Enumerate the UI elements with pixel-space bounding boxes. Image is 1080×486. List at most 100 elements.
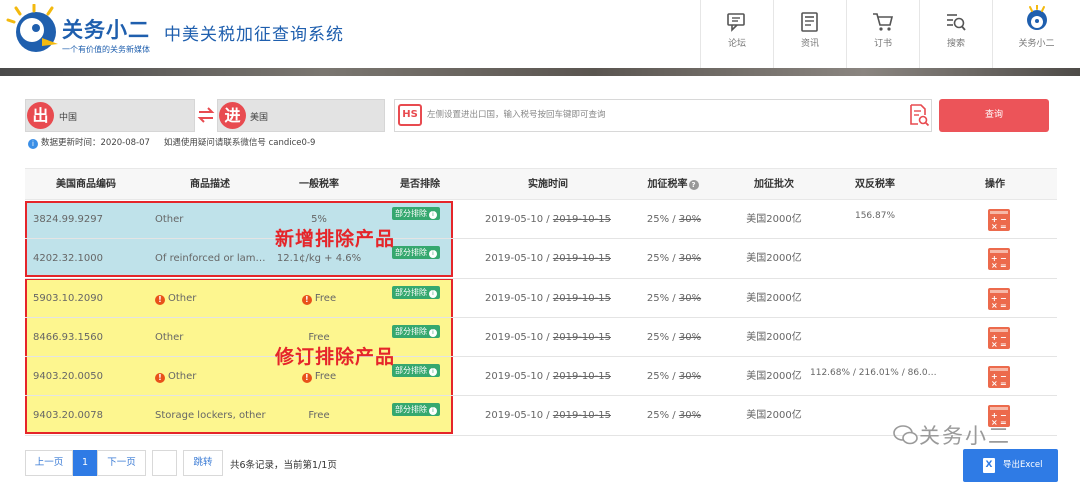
brand-logo-icon: [6, 4, 58, 52]
calculator-icon: + − × =: [988, 326, 1010, 349]
effective-date-start: 2019-05-10 /: [485, 331, 553, 343]
partial-exclusion-label: 部分排除: [395, 209, 427, 218]
calculator-button[interactable]: + − × =: [988, 209, 1010, 231]
info-icon: i: [28, 139, 38, 149]
wechat-watermark: 关务小二: [893, 420, 1011, 450]
table-row: 8466.93.1560 Other Free 部分排除 i 2019-05-10 / 2…: [25, 318, 1057, 358]
tariff-batch: 美国2000亿: [746, 371, 802, 383]
effective-date: 2019-05-10 / 2019-10-15: [471, 279, 625, 318]
nav-news[interactable]: 资讯: [773, 0, 846, 68]
excel-icon: X: [983, 458, 995, 473]
additional-rate-old: 30%: [678, 214, 702, 225]
next-page-button[interactable]: 下一页: [97, 450, 146, 476]
warning-icon[interactable]: !: [155, 373, 165, 384]
nav-forum[interactable]: 论坛: [700, 0, 773, 68]
effective-date: 2019-05-10 / 2019-10-15: [471, 318, 625, 357]
help-icon[interactable]: ?: [688, 180, 699, 190]
partial-exclusion-tag[interactable]: 部分排除 i: [392, 246, 440, 260]
calculator-icon: + − × =: [988, 366, 1010, 389]
effective-date: 2019-05-10 / 2019-10-15: [471, 396, 625, 435]
page-number-input[interactable]: [152, 450, 177, 476]
col-header-additional: 加征税率?: [643, 169, 703, 201]
anti-dumping-rate: [810, 318, 940, 357]
additional-rate-old: 30%: [678, 371, 702, 383]
partial-exclusion-label: 部分排除: [395, 287, 427, 297]
partial-exclusion-label: 部分排除: [395, 366, 427, 376]
effective-date-start: 2019-05-10 /: [485, 253, 553, 265]
partial-exclusion-tag[interactable]: 部分排除 i: [392, 285, 440, 299]
document-search-icon[interactable]: [908, 103, 930, 127]
anti-dumping-rate: [810, 239, 940, 278]
additional-rate-new: 25% /: [646, 292, 679, 304]
effective-date-start: 2019-05-10 /: [485, 214, 553, 225]
page-title: 中美关税加征查询系统: [164, 25, 344, 45]
description-text: Other: [168, 292, 197, 304]
effective-date-old: 2019-10-15: [552, 253, 611, 265]
tariff-batch: 美国2000亿: [746, 292, 802, 304]
anti-dumping-rate: [810, 279, 940, 318]
partial-exclusion-tag[interactable]: 部分排除 i: [392, 324, 440, 338]
results-table: 美国商品编码 商品描述 一般税率 是否排除 实施时间 加征税率? 加征批次 双反…: [25, 168, 1057, 436]
new-exclusion-label: 新增排除产品: [275, 228, 396, 250]
warning-icon[interactable]: !: [155, 294, 165, 305]
nav-books[interactable]: 订书: [846, 0, 919, 68]
export-excel-label: 导出Excel: [1003, 460, 1043, 470]
additional-rate-new: 25% /: [646, 214, 679, 225]
wechat-icon: [893, 425, 918, 445]
calculator-icon: + − × =: [988, 248, 1010, 271]
effective-date-start: 2019-05-10 /: [485, 371, 553, 383]
additional-rate: 25% / 30%: [631, 396, 717, 435]
calculator-button[interactable]: + − × =: [988, 287, 1010, 310]
nav-profile[interactable]: 关务小二: [992, 0, 1080, 68]
partial-exclusion-label: 部分排除: [395, 248, 427, 258]
col-header-action: 操作: [985, 179, 1005, 190]
prev-page-button[interactable]: 上一页: [25, 450, 73, 476]
warning-icon[interactable]: !: [301, 294, 312, 305]
partial-exclusion-tag[interactable]: 部分排除 i: [392, 207, 440, 220]
import-country-value: 美国: [250, 113, 269, 123]
additional-rate-new: 25% /: [646, 253, 679, 265]
effective-date-old: 2019-10-15: [552, 292, 611, 304]
additional-rate-new: 25% /: [646, 371, 679, 383]
partial-exclusion-tag[interactable]: 部分排除 i: [392, 403, 440, 417]
info-icon: i: [429, 328, 437, 337]
description-text: Of reinforced or laminated plastics: [155, 253, 267, 265]
calculator-button[interactable]: + − × =: [988, 326, 1010, 349]
partial-exclusion-label: 部分排除: [395, 326, 427, 336]
partial-exclusion-tag[interactable]: 部分排除 i: [392, 364, 440, 378]
general-rate-text: Free: [314, 292, 337, 304]
effective-date-start: 2019-05-10 /: [485, 410, 553, 422]
col-header-desc: 商品描述: [190, 179, 230, 190]
general-rate-text: Free: [314, 371, 337, 383]
info-line: i 数据更新时间：2020-08-07 如遇使用疑问请联系微信号 candice0-…: [28, 136, 315, 149]
nav-search[interactable]: 搜索: [919, 0, 992, 68]
col-header-dual: 双反税率: [855, 179, 895, 190]
nav-label: 资讯: [800, 39, 819, 49]
goto-page-button[interactable]: 跳转: [183, 450, 223, 476]
effective-date-old: 2019-10-15: [552, 331, 611, 343]
additional-rate: 25% / 30%: [631, 318, 717, 357]
description: Of reinforced or laminated plastics: [155, 239, 267, 278]
col-header-exclusion: 是否排除: [400, 179, 440, 190]
export-country-value: 中国: [59, 113, 78, 123]
calculator-button[interactable]: + − × =: [988, 248, 1010, 271]
export-badge: 出: [27, 102, 54, 129]
page-1-button[interactable]: 1: [73, 450, 97, 476]
chat-icon: [727, 13, 745, 32]
tariff-batch: 美国2000亿: [746, 331, 802, 343]
hs-code-input[interactable]: [427, 106, 897, 124]
search-button[interactable]: 查询: [939, 99, 1049, 132]
export-excel-button[interactable]: X 导出Excel: [963, 449, 1058, 482]
warning-icon[interactable]: !: [301, 373, 312, 384]
tariff-batch: 美国2000亿: [746, 253, 802, 265]
partial-exclusion-label: 部分排除: [395, 405, 427, 415]
table-row: 5903.10.2090! Other! Free 部分排除 i 2019-05-10 /…: [25, 279, 1057, 318]
additional-rate: 25% / 30%: [631, 279, 717, 318]
additional-rate: 25% / 30%: [631, 239, 717, 278]
swap-arrows-icon[interactable]: [197, 106, 215, 124]
calculator-button[interactable]: + − × =: [988, 366, 1010, 389]
additional-rate-old: 30%: [678, 410, 702, 422]
effective-date-start: 2019-05-10 /: [485, 292, 553, 304]
update-time-text: 数据更新时间：2020-08-07: [41, 138, 150, 148]
hs-code: 8466.93.1560: [33, 331, 103, 343]
